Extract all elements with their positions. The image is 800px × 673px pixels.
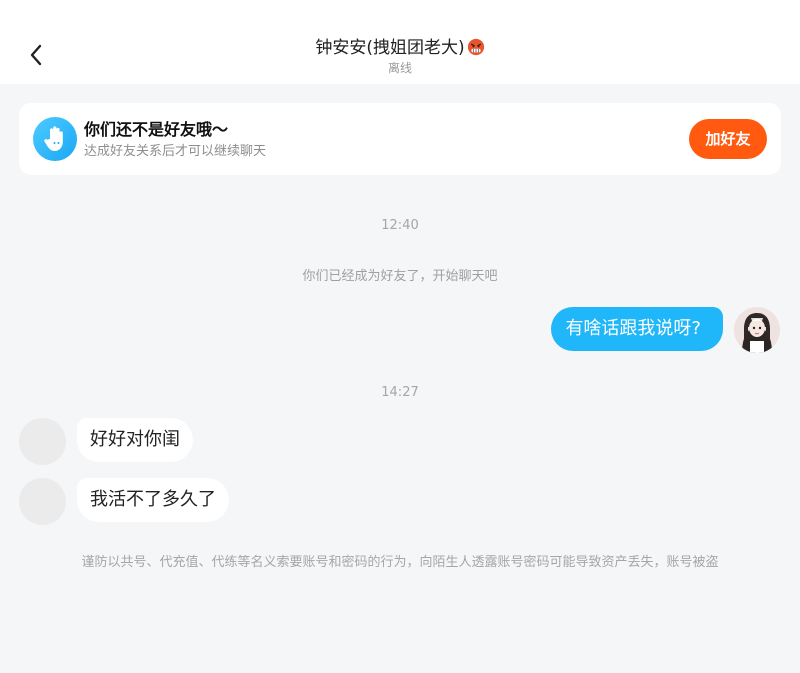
waving-hand-icon: [33, 117, 77, 161]
incoming-message[interactable]: 好好对你闺: [77, 418, 193, 462]
banner-subtitle: 达成好友关系后才可以继续聊天: [84, 144, 267, 159]
page-title: 钟安安(拽姐团老大): [0, 36, 800, 60]
chat-header: 钟安安(拽姐团老大) 离线: [0, 0, 800, 84]
add-friend-button[interactable]: 加好友: [689, 119, 767, 159]
avatar[interactable]: [734, 307, 780, 353]
angry-face-icon: [467, 38, 484, 56]
security-warning: 谨防以共号、代充值、代练等名义索要账号和密码的行为，向陌生人透露账号密码可能导致…: [81, 555, 719, 570]
timestamp: 12:40: [381, 218, 419, 233]
online-status: 离线: [387, 61, 412, 75]
incoming-message[interactable]: 我活不了多久了: [77, 478, 229, 522]
title-area: 钟安安(拽姐团老大) 离线: [0, 36, 800, 76]
banner-title: 你们还不是好友哦～: [84, 120, 229, 139]
avatar[interactable]: [19, 418, 66, 465]
timestamp: 14:27: [381, 385, 419, 400]
avatar[interactable]: [19, 478, 66, 525]
system-message: 你们已经成为好友了，开始聊天吧: [302, 269, 498, 284]
outgoing-message[interactable]: 有啥话跟我说呀?: [551, 307, 723, 351]
add-friend-banner: 你们还不是好友哦～ 达成好友关系后才可以继续聊天 加好友: [19, 103, 781, 175]
contact-name: 钟安安(拽姐团老大): [315, 38, 465, 58]
